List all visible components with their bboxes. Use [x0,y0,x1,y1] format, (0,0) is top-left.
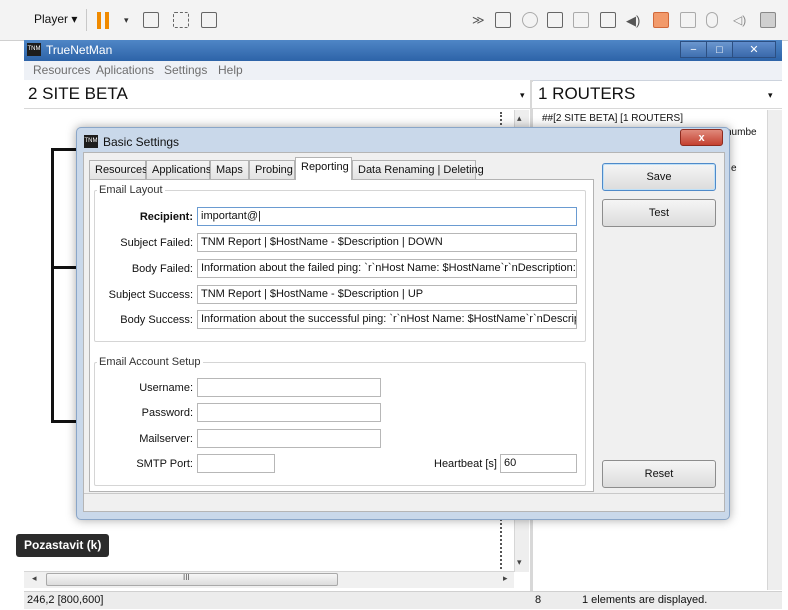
body-failed-label: Body Failed: [131,263,193,275]
tab-data-renaming-deleting[interactable]: Data Renaming | Deleting [352,160,484,179]
horizontal-scroll-thumb[interactable] [46,573,338,586]
usb-icon[interactable] [573,12,589,28]
sound-icon[interactable]: ◀) [626,13,640,29]
pause-icon[interactable] [97,12,109,29]
dialog-logo: TNM [84,135,98,148]
printer-icon[interactable] [653,12,669,28]
tab-applications[interactable]: Applications [146,160,211,179]
dialog-footer-divider [84,493,724,494]
device-list-scrollbar[interactable] [767,110,782,590]
display-icon[interactable] [600,12,616,28]
subject-failed-label: Subject Failed: [120,237,193,249]
subject-failed-input[interactable]: TNM Report | $HostName - $Description | … [197,233,577,252]
tab-resources[interactable]: Resources [89,160,148,179]
mailserver-input[interactable] [197,429,381,448]
subject-success-label: Subject Success: [108,289,193,301]
group-selector-value: 1 ROUTERS [538,84,636,103]
menu-settings[interactable]: Settings [164,63,207,77]
scroll-left-icon[interactable]: ◂ [32,573,37,584]
scroll-right-icon[interactable]: ▸ [503,573,508,584]
reset-button[interactable]: Reset [602,460,716,488]
device-icon[interactable] [760,12,776,28]
site-dropdown-icon[interactable]: ▾ [520,90,525,101]
player-menu[interactable]: Player ▾ [34,12,77,26]
username-input[interactable] [197,378,381,397]
body-failed-input[interactable]: Information about the failed ping: `r`nH… [197,259,577,278]
minimize-button[interactable]: − [680,41,707,58]
volume-icon[interactable]: ◁) [733,13,746,27]
menu-resources[interactable]: Resources [33,63,90,77]
mailserver-label: Mailserver: [139,433,193,445]
maximize-button[interactable]: □ [706,41,733,58]
menu-aplications[interactable]: Aplications [96,63,154,77]
tab-reporting[interactable]: Reporting [295,157,352,180]
device-list-partial: numbe [726,127,757,138]
window-icon[interactable] [201,12,217,28]
dialog-close-button[interactable]: x [680,129,723,146]
app-logo: TNM [27,43,41,56]
scroll-thumb-grip: III [183,573,190,582]
player-toolbar [0,0,788,41]
status-count: 8 [535,594,542,606]
username-label: Username: [139,382,193,394]
group-dropdown-icon[interactable]: ▾ [768,90,773,101]
email-layout-title: Email Layout [97,184,165,196]
toolbar-separator [86,9,87,31]
body-success-label: Body Success: [120,314,193,326]
tab-probing[interactable]: Probing [249,160,295,179]
app-title: TrueNetMan [46,43,113,57]
recipient-input[interactable]: important@| [197,207,577,226]
smtp-port-label: SMTP Port: [136,458,193,470]
app-titlebar [24,40,782,61]
email-account-title: Email Account Setup [97,356,203,368]
webcam-icon[interactable] [680,12,696,28]
network-link-line [51,148,54,423]
bluetooth-icon[interactable] [706,12,718,28]
drive-icon[interactable] [495,12,511,28]
network-adapter-icon[interactable] [547,12,563,28]
password-label: Password: [141,407,193,419]
password-input[interactable] [197,403,381,422]
smtp-port-input[interactable] [197,454,275,473]
scroll-up-icon[interactable]: ▴ [517,113,522,124]
heartbeat-input[interactable]: 60 [500,454,577,473]
forward-icon[interactable]: ≫ [472,13,485,27]
scroll-down-icon[interactable]: ▾ [517,557,522,568]
status-coordinates: 246,2 [800,600] [27,594,104,606]
device-list-partial: e [731,163,737,174]
device-list-header: ##[2 SITE BETA] [1 ROUTERS] [542,113,683,124]
dialog-title: Basic Settings [103,135,180,149]
status-message: 1 elements are displayed. [582,594,708,606]
recipient-label: Recipient: [139,211,193,223]
body-success-input[interactable]: Information about the successful ping: `… [197,310,577,329]
network-icon[interactable] [143,12,159,28]
subject-success-input[interactable]: TNM Report | $HostName - $Description | … [197,285,577,304]
test-button[interactable]: Test [602,199,716,227]
pause-tooltip: Pozastavit (k) [16,534,110,557]
menu-help[interactable]: Help [218,63,243,77]
tab-maps[interactable]: Maps [210,160,249,179]
disc-icon[interactable] [522,12,538,28]
close-button[interactable]: ✕ [732,41,776,58]
site-selector-value: 2 SITE BETA [28,84,128,103]
heartbeat-label: Heartbeat [s] [434,458,497,470]
save-button[interactable]: Save [602,163,716,191]
dropdown-caret-icon[interactable]: ▾ [124,15,129,26]
fullscreen-icon[interactable] [173,12,189,28]
